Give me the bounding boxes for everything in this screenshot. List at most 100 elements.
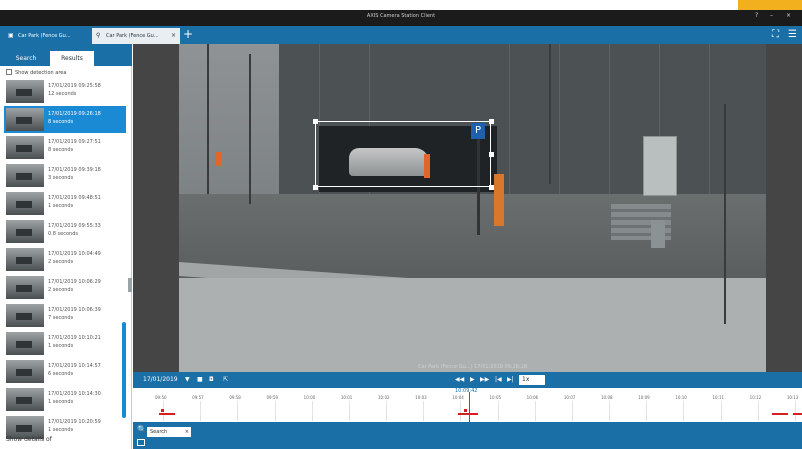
result-duration: 0.8 seconds bbox=[48, 231, 78, 237]
scene-door bbox=[643, 136, 677, 196]
timeline-tick-label: 10:11 bbox=[712, 395, 725, 400]
timeline-tick-line bbox=[720, 401, 722, 421]
video-caption: Car Park (Fence Gu...) 17/01/2019 09:26:… bbox=[417, 364, 528, 370]
show-detection-area-checkbox[interactable]: Show detection area bbox=[6, 69, 66, 76]
title-bar: AXIS Camera Station Client ? – × bbox=[0, 10, 802, 26]
playback-controls: 17/01/2019 ▼ ■ ◘ ⇱ ◀◀ ▶ ▶▶ |◀ ▶| 1x bbox=[133, 372, 802, 388]
result-date: 17/01/2019 09:27:51 bbox=[48, 139, 101, 145]
scene-tree bbox=[249, 54, 251, 204]
list-item[interactable]: 17/01/2019 09:55:33 0.8 seconds bbox=[4, 218, 126, 245]
search-input[interactable]: Search × bbox=[147, 427, 191, 437]
timeline-tick-line bbox=[497, 401, 499, 421]
menu-icon[interactable]: ☰ bbox=[788, 29, 797, 41]
next-button[interactable]: ▶▶ bbox=[480, 376, 489, 384]
list-item[interactable]: 17/01/2019 09:27:51 8 seconds bbox=[4, 134, 126, 161]
list-item[interactable]: 17/01/2019 10:06:39 7 seconds bbox=[4, 302, 126, 329]
result-thumbnail bbox=[6, 388, 44, 411]
bottom-bar: 🔍 Search × bbox=[133, 422, 802, 449]
speed-select[interactable]: 1x bbox=[519, 375, 545, 385]
result-date: 17/01/2019 10:04:49 bbox=[48, 251, 101, 257]
scene-tree bbox=[207, 44, 209, 194]
timeline-tick-line bbox=[423, 401, 425, 421]
timeline-tick-label: 09:50 bbox=[155, 395, 167, 400]
result-duration: 1 seconds bbox=[48, 399, 74, 405]
bbox-handle[interactable] bbox=[489, 185, 494, 190]
tab-search[interactable]: ⚲ Car Park (Fence Gu... × bbox=[92, 28, 180, 44]
video-frame[interactable]: P Car Park (Fence Gu...) 17/01/2019 09:2… bbox=[179, 44, 766, 372]
fullscreen-icon[interactable]: ⛶ bbox=[772, 29, 779, 41]
search-icon[interactable]: 🔍 bbox=[137, 425, 147, 434]
timeline-tick-line bbox=[609, 401, 610, 421]
minimize-button[interactable]: – bbox=[770, 12, 773, 19]
export-icon[interactable]: ⇱ bbox=[223, 376, 228, 384]
bookmark-icon[interactable]: ◘ bbox=[209, 376, 214, 384]
result-date: 17/01/2019 09:39:18 bbox=[48, 167, 101, 173]
list-item[interactable]: 17/01/2019 09:48:51 1 seconds bbox=[4, 190, 126, 217]
list-item[interactable]: 17/01/2019 10:06:29 2 seconds bbox=[4, 274, 126, 301]
search-icon: ⚲ bbox=[96, 32, 101, 39]
list-item[interactable]: 17/01/2019 10:14:30 1 seconds bbox=[4, 386, 126, 413]
previous-button[interactable]: ◀◀ bbox=[455, 376, 464, 384]
timeline-tick-line bbox=[571, 401, 573, 421]
scene-orange-pillar bbox=[494, 174, 504, 226]
timeline[interactable]: 10:09:42 09:50 09:57 09:58 09:59 10:00 10:01 1… bbox=[133, 388, 802, 422]
timeline-tick-label: 10:07 bbox=[563, 395, 576, 400]
result-duration: 7 seconds bbox=[48, 315, 74, 321]
result-duration: 3 seconds bbox=[48, 175, 74, 181]
scene-tree bbox=[724, 104, 726, 324]
sidebar-footer-text: Show details of bbox=[6, 436, 52, 443]
bbox-handle[interactable] bbox=[313, 119, 318, 124]
list-item[interactable]: 17/01/2019 10:10:21 1 seconds bbox=[4, 330, 126, 357]
scene-parking-lot bbox=[179, 278, 766, 372]
add-tab-button[interactable]: + bbox=[182, 28, 194, 41]
date-picker[interactable]: 17/01/2019 bbox=[143, 376, 178, 384]
event-marker[interactable] bbox=[793, 413, 802, 415]
timeline-tick-label: 10:13 bbox=[786, 395, 799, 400]
result-duration: 6 seconds bbox=[48, 371, 74, 377]
event-marker[interactable] bbox=[458, 413, 478, 415]
event-marker[interactable] bbox=[772, 413, 788, 415]
tab-close-icon[interactable]: × bbox=[171, 32, 176, 39]
timeline-tick-label: 10:09 bbox=[638, 395, 650, 400]
results-scrollbar[interactable] bbox=[122, 322, 126, 418]
list-item[interactable]: 17/01/2019 09:39:18 3 seconds bbox=[4, 162, 126, 189]
timeline-playhead[interactable] bbox=[469, 392, 470, 422]
close-button[interactable]: × bbox=[786, 12, 791, 19]
timeline-tick-label: 09:57 bbox=[192, 395, 204, 400]
tab-bar: ▣ Car Park (Fence Gu... ⚲ Car Park (Fenc… bbox=[0, 26, 802, 44]
play-button[interactable]: ▶ bbox=[470, 376, 475, 384]
checkbox-label: Show detection area bbox=[15, 70, 67, 76]
timeline-tick-line bbox=[237, 401, 239, 421]
sidebar-resize-handle[interactable] bbox=[128, 278, 132, 292]
timeline-tick-line bbox=[311, 401, 313, 421]
tab-sidebar-search[interactable]: Search bbox=[4, 51, 48, 66]
timeline-tick-label: 10:08 bbox=[601, 395, 613, 400]
stop-icon[interactable]: ■ bbox=[197, 376, 203, 384]
search-input-text: Search bbox=[150, 429, 168, 435]
timeline-tick-line bbox=[683, 401, 685, 421]
result-date: 17/01/2019 09:26:18 bbox=[48, 111, 101, 117]
list-item[interactable]: 17/01/2019 10:14:57 6 seconds bbox=[4, 358, 126, 385]
skip-forward-button[interactable]: ▶| bbox=[507, 376, 514, 384]
scene-barrier bbox=[215, 152, 221, 166]
filter-icon[interactable]: ▼ bbox=[185, 376, 190, 384]
list-item[interactable]: 17/01/2019 10:04:49 2 seconds bbox=[4, 246, 126, 273]
clear-search-icon[interactable]: × bbox=[185, 429, 189, 435]
app-window: AXIS Camera Station Client ? – × ▣ Car P… bbox=[0, 0, 802, 449]
list-item[interactable]: 17/01/2019 09:25:58 12 seconds bbox=[4, 78, 126, 105]
list-item-selected[interactable]: 17/01/2019 09:26:18 8 seconds bbox=[4, 106, 126, 133]
scene-tree bbox=[549, 44, 551, 184]
timeline-tick-label: 10:00 bbox=[303, 395, 316, 400]
detection-area-box[interactable] bbox=[315, 121, 491, 187]
help-button[interactable]: ? bbox=[755, 12, 758, 19]
layout-icon[interactable] bbox=[137, 439, 145, 446]
skip-back-button[interactable]: |◀ bbox=[495, 376, 502, 384]
tab-live-view[interactable]: ▣ Car Park (Fence Gu... bbox=[4, 28, 90, 44]
bbox-handle[interactable] bbox=[313, 185, 318, 190]
event-marker[interactable] bbox=[159, 413, 175, 415]
bbox-handle[interactable] bbox=[489, 119, 494, 124]
result-date: 17/01/2019 10:20:59 bbox=[48, 419, 101, 425]
bbox-handle[interactable] bbox=[489, 152, 494, 157]
timeline-tick-line bbox=[794, 401, 796, 421]
tab-sidebar-results[interactable]: Results bbox=[50, 51, 94, 66]
